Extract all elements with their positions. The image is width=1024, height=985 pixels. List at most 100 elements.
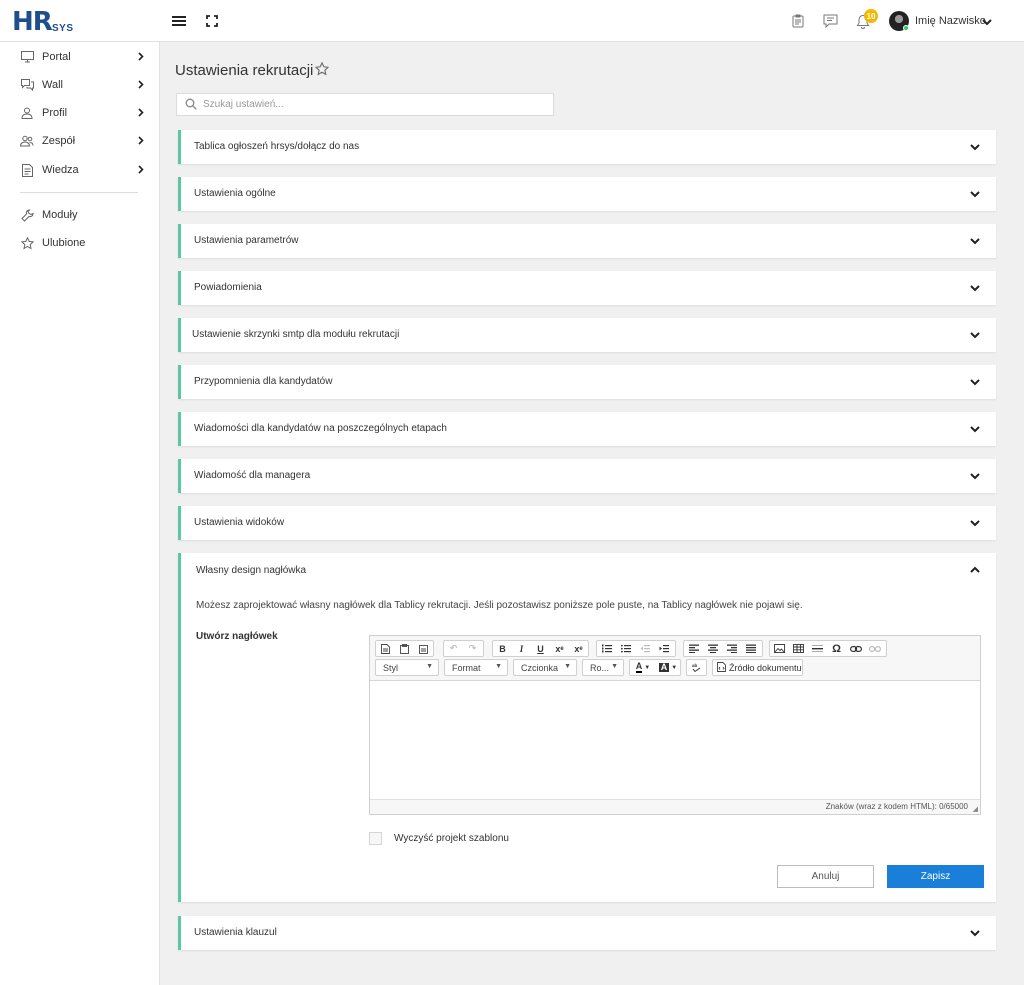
align-justify-icon[interactable]: [741, 641, 760, 656]
toolbar-group-misc: ab: [686, 659, 707, 676]
sidebar-item-moduly[interactable]: Moduły: [0, 205, 159, 225]
dropdown-arrow-icon: ▼: [564, 663, 571, 670]
team-icon: [20, 134, 34, 148]
chevron-down-icon[interactable]: [970, 516, 980, 530]
toolbar-group-align: [683, 640, 763, 657]
sidebar-item-wall[interactable]: Wall: [0, 75, 159, 95]
section-panel[interactable]: Ustawienia klauzul: [178, 916, 996, 950]
bulleted-list-icon[interactable]: [616, 641, 635, 656]
superscript-icon[interactable]: xe: [569, 641, 588, 656]
numbered-list-icon[interactable]: [597, 641, 616, 656]
section-panel[interactable]: Ustawienia parametrów: [178, 224, 996, 258]
search-icon: [185, 98, 197, 113]
unlink-icon[interactable]: [865, 641, 884, 656]
section-title[interactable]: Własny design nagłówka: [196, 565, 306, 576]
section-title: Powiadomienia: [194, 282, 262, 293]
italic-icon[interactable]: I: [512, 641, 531, 656]
chevron-right-icon: [138, 78, 144, 92]
section-title: Tablica ogłoszeń hrsys/dołącz do nas: [194, 141, 360, 152]
sidebar-item-label: Zespół: [42, 135, 76, 147]
image-icon[interactable]: [770, 641, 789, 656]
new-page-icon[interactable]: [376, 641, 395, 656]
sidebar-item-profil[interactable]: Profil: [0, 103, 159, 123]
spellcheck-icon[interactable]: ab: [687, 660, 706, 675]
editor-status-bar: Znaków (wraz z kodem HTML): 0/65000 ◢: [370, 799, 980, 814]
chevron-up-icon[interactable]: [970, 563, 980, 577]
text-color-icon[interactable]: A ▼: [630, 660, 656, 675]
clear-template-checkbox[interactable]: [369, 832, 382, 845]
chevron-down-icon[interactable]: [970, 281, 980, 295]
align-center-icon[interactable]: [703, 641, 722, 656]
bold-icon[interactable]: B: [493, 641, 512, 656]
chevron-down-icon[interactable]: [970, 422, 980, 436]
character-counter: Znaków (wraz z kodem HTML): 0/65000: [825, 802, 968, 811]
hrsys-logo[interactable]: HR SYS: [12, 9, 76, 35]
cancel-button[interactable]: Anuluj: [777, 865, 874, 888]
section-panel[interactable]: Powiadomienia: [178, 271, 996, 305]
search-input[interactable]: [203, 96, 543, 113]
chevron-down-icon[interactable]: [970, 375, 980, 389]
notification-badge: 10: [864, 9, 878, 23]
section-panel[interactable]: Tablica ogłoszeń hrsys/dołącz do nas: [178, 130, 996, 164]
user-name[interactable]: Imię Nazwisko: [915, 15, 986, 27]
favorite-star-icon[interactable]: [314, 61, 330, 79]
font-size-select[interactable]: Ro... ▼: [582, 659, 624, 676]
section-panel[interactable]: Wiadomość dla managera: [178, 459, 996, 493]
align-right-icon[interactable]: [722, 641, 741, 656]
menu-icon[interactable]: [170, 12, 188, 30]
source-button-label: Źródło dokumentu: [729, 662, 802, 673]
underline-icon[interactable]: U: [531, 641, 550, 656]
format-select[interactable]: Format ▼: [444, 659, 508, 676]
clear-template-label[interactable]: Wyczyść projekt szablonu: [394, 833, 509, 844]
section-title: Ustawienia parametrów: [194, 235, 299, 246]
chevron-down-icon[interactable]: [970, 926, 980, 940]
section-panel[interactable]: Ustawienia ogólne: [178, 177, 996, 211]
sidebar-item-portal[interactable]: Portal: [0, 47, 159, 67]
save-button[interactable]: Zapisz: [887, 865, 984, 888]
table-icon[interactable]: [789, 641, 808, 656]
font-select[interactable]: Czcionka ▼: [513, 659, 577, 676]
editor-toolbar: ↶ ↷ B I U xe xe Ω Styl ▼ Format ▼ Czcion…: [370, 636, 980, 681]
font-size-select-label: Ro...: [590, 663, 610, 673]
horizontal-line-icon[interactable]: [808, 641, 827, 656]
section-panel[interactable]: Wiadomości dla kandydatów na poszczególn…: [178, 412, 996, 446]
style-select[interactable]: Styl ▼: [375, 659, 439, 676]
sidebar-item-wiedza[interactable]: Wiedza: [0, 160, 159, 180]
subscript-icon[interactable]: xe: [550, 641, 569, 656]
chevron-down-icon[interactable]: [970, 328, 980, 342]
chevron-down-icon[interactable]: [970, 469, 980, 483]
special-character-icon[interactable]: Ω: [827, 641, 846, 656]
resize-handle-icon[interactable]: ◢: [973, 805, 978, 813]
sidebar-item-zespol[interactable]: Zespół: [0, 131, 159, 151]
rich-text-editor: ↶ ↷ B I U xe xe Ω Styl ▼ Format ▼ Czcion…: [369, 635, 981, 815]
chevron-down-icon[interactable]: [970, 234, 980, 248]
background-color-icon[interactable]: A ▼: [656, 660, 680, 675]
clipboard-icon[interactable]: [789, 12, 807, 30]
wrench-icon: [20, 208, 34, 222]
section-title: Przypomnienia dla kandydatów: [194, 376, 333, 387]
fullscreen-icon[interactable]: [203, 12, 221, 30]
sidebar-item-ulubione[interactable]: Ulubione: [0, 233, 159, 253]
outdent-icon[interactable]: [635, 641, 654, 656]
section-panel[interactable]: Ustawienie skrzynki smtp dla modułu rekr…: [178, 318, 996, 352]
chevron-down-icon[interactable]: [982, 15, 992, 29]
source-icon: [717, 661, 726, 674]
section-title: Wiadomości dla kandydatów na poszczególn…: [194, 423, 447, 434]
paste-text-icon[interactable]: [414, 641, 433, 656]
logo-letters: HR: [12, 7, 53, 37]
chevron-down-icon[interactable]: [970, 140, 980, 154]
messages-icon[interactable]: [821, 12, 839, 30]
paste-icon[interactable]: [395, 641, 414, 656]
sidebar-item-label: Wall: [42, 79, 63, 91]
chevron-down-icon[interactable]: [970, 187, 980, 201]
link-icon[interactable]: [846, 641, 865, 656]
sidebar-item-label: Moduły: [42, 209, 78, 221]
undo-icon[interactable]: ↶: [444, 641, 463, 656]
redo-icon[interactable]: ↷: [463, 641, 482, 656]
section-panel[interactable]: Ustawienia widoków: [178, 506, 996, 540]
indent-icon[interactable]: [654, 641, 673, 656]
editor-content-area[interactable]: [370, 681, 980, 799]
section-panel[interactable]: Przypomnienia dla kandydatów: [178, 365, 996, 399]
source-document-button[interactable]: Źródło dokumentu: [712, 659, 803, 676]
align-left-icon[interactable]: [684, 641, 703, 656]
